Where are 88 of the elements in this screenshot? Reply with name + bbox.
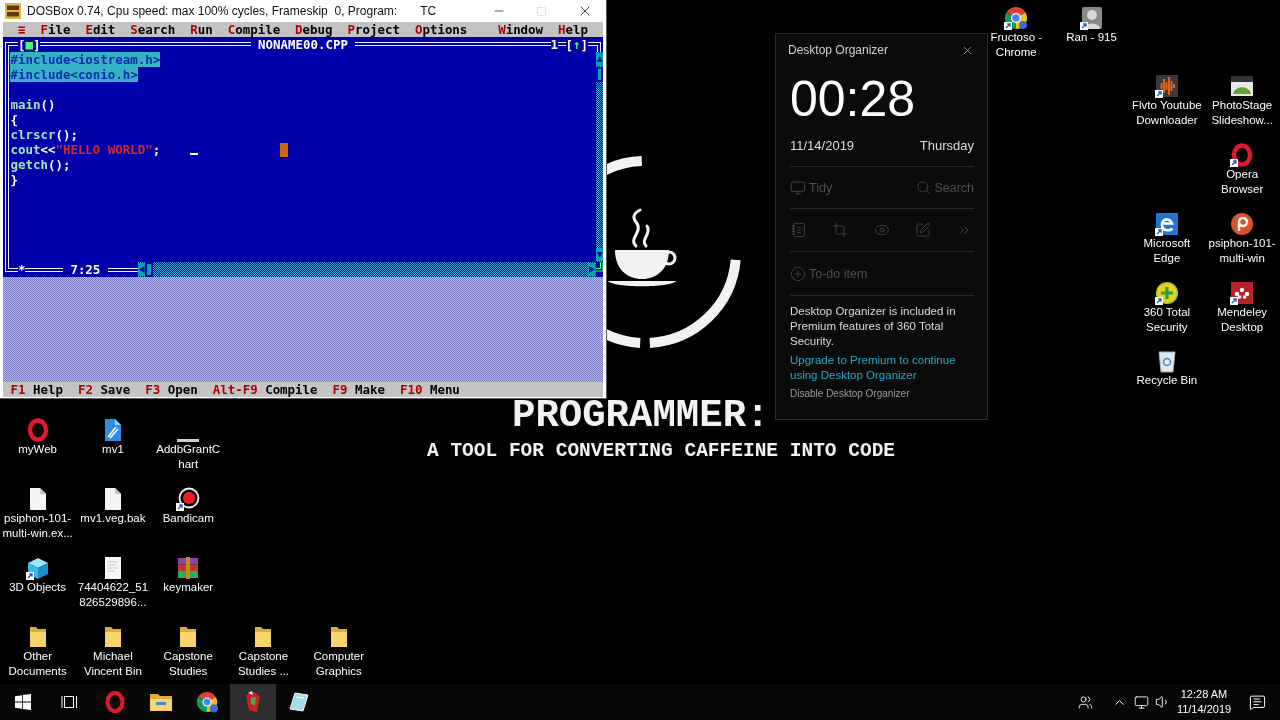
horizontal-scrollbar[interactable] [137,262,596,277]
desktop-shortcut[interactable]: Bandicam [162,485,214,527]
app-icon [5,3,21,19]
desktop-shortcut[interactable]: 74404622_51 826529896... [77,553,149,610]
menu-item[interactable]: Compile [227,22,281,37]
folder-icon [150,693,172,711]
code-line: main() [10,97,56,112]
desktop-shortcut[interactable]: Opera Browser [1221,141,1264,198]
menu-item[interactable]: Options [414,22,468,37]
desktop-shortcut[interactable]: Other Documents [8,622,67,679]
code-line: { [10,112,18,127]
desktop-shortcut[interactable]: mv1 [100,416,125,458]
monitor-icon[interactable] [1133,694,1149,710]
scroll-thumb[interactable] [145,262,153,277]
people-icon[interactable] [1077,694,1093,710]
upgrade-link[interactable]: Upgrade to Premium to continue using Desktop Organizer [790,353,974,383]
desktop-shortcut[interactable]: AddbGrantC hart [156,416,221,473]
desktop-shortcut[interactable]: Michael Vincent Bin [83,622,142,679]
maximize-icon [536,5,547,17]
desktop-shortcut[interactable]: Flvto Youtube Downloader [1132,72,1202,129]
cursor-position: 7:25 [62,262,108,277]
circle-logo-icon [196,691,218,713]
shortcut-hint[interactable]: F3 Open [145,382,198,397]
notice-text: Desktop Organizer is included in Premium features of 360 Total Security. [790,304,957,349]
wallpaper-tagline: A TOOL FOR CONVERTING CAFFEINE INTO CODE [427,441,896,461]
down-arrow-icon[interactable] [595,247,603,262]
close-icon[interactable] [961,44,974,57]
menu-item[interactable]: Project [347,22,400,37]
desktop-shortcut[interactable]: psiphon-101- multi-win [1208,209,1276,266]
desktop-shortcut[interactable]: myWeb [18,416,58,458]
menu-item[interactable]: Help [558,22,589,37]
desktop-shortcut[interactable]: Microsoft Edge [1143,209,1191,266]
desktop-shortcut[interactable]: Computer Graphics [313,622,364,679]
task-view-icon [60,694,78,710]
code-line: } [10,172,18,187]
menu-item[interactable]: Run [190,22,213,37]
desktop-shortcut[interactable]: 360 Total Security [1143,278,1191,335]
desktop-shortcut[interactable]: psiphon-101- multi-win.ex... [2,485,73,542]
desktop-shortcut[interactable]: Fructoso - Chrome [990,3,1043,60]
desktop-shortcut[interactable]: mv1.veg.bak [80,485,146,527]
date-text: 11/14/2019 [790,138,855,154]
monitor-icon [790,179,806,196]
desktop-shortcut[interactable]: Capstone Studies [163,622,213,679]
shortcut-hint[interactable]: Alt-F9 Compile [212,382,318,397]
clock-time: 00:28 [790,74,916,124]
clock-date[interactable]: 11/14/2019 [1176,702,1232,717]
desktop-shortcut[interactable]: keymaker [163,553,214,595]
tile-icon [289,692,309,712]
file-title: NONAME00.CPP [250,37,356,52]
menu-item[interactable]: Window [498,22,544,37]
desktop-shortcut[interactable]: PhotoStage Slideshow... [1211,72,1273,129]
desktop-shortcut[interactable]: Recycle Bin [1136,347,1198,389]
text-cursor-icon [190,153,198,155]
scroll-thumb[interactable] [595,67,603,82]
menu-item[interactable]: Debug [295,22,333,37]
window-number: 1 [550,37,559,52]
close-box[interactable]: [■] [17,37,41,52]
weekday-text: Thursday [919,138,974,154]
shortcut-hint[interactable]: F9 Make [332,382,385,397]
desktop-shortcut[interactable]: Capstone Studies ... [237,622,290,679]
mouse-cursor-icon [280,143,288,157]
desktop-shortcut[interactable]: Mendeley Desktop [1217,278,1268,335]
search-icon [916,180,932,195]
desktop-shortcut[interactable]: 3D Objects [9,553,67,595]
app-logo-icon [243,691,263,713]
shortcut-hint[interactable]: F2 Save [77,382,131,397]
shortcut-hint[interactable]: F1 Help [10,382,63,397]
menu-item[interactable]: Edit [85,22,116,37]
vertical-scrollbar[interactable] [595,52,603,262]
windows-logo-icon [15,694,31,710]
code-line: clrscr(); [10,127,78,142]
wallpaper-headline: PROGRAMMER: [512,399,770,433]
window-title: DOSBox 0.74, Cpu speed: max 100% cycles, Frameskip 0, Program: TC [27,3,438,19]
clock-time[interactable]: 12:28 AM [1180,687,1228,702]
shortcut-hint[interactable]: F10 Menu [399,382,460,397]
ring-logo-icon [105,691,125,713]
menu-item[interactable]: File [40,22,71,37]
code-line: cout<<"HELLO WORLD"; [10,142,161,157]
plus-circle-icon [790,265,806,282]
code-line: getch(); [10,157,71,172]
zoom-box[interactable]: [↑] [565,37,589,52]
disable-link[interactable]: Disable Desktop Organizer [790,388,910,400]
notification-icon[interactable] [1248,693,1266,711]
panel-title: Desktop Organizer [788,43,889,58]
menu-item[interactable]: ≡ [17,22,26,37]
menu-item[interactable]: Search [130,22,176,37]
desktop-shortcut[interactable]: Ran - 915 [1066,3,1117,45]
up-arrow-icon[interactable] [595,52,603,67]
